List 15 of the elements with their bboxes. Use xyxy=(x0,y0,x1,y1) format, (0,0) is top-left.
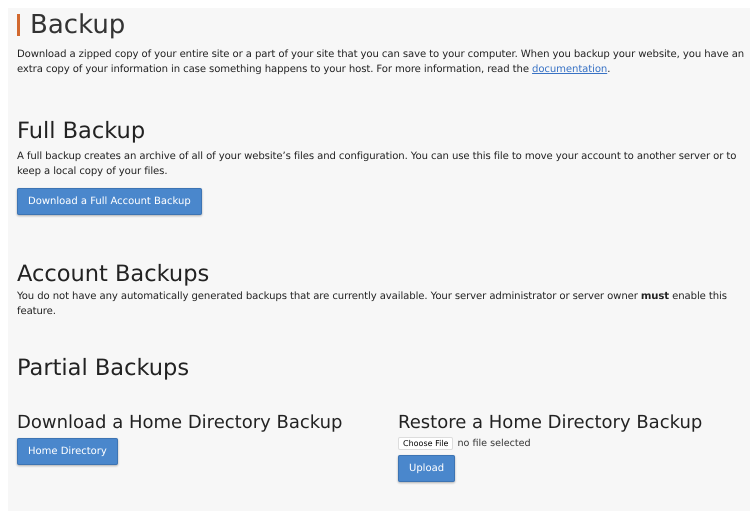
choose-file-button[interactable]: Choose File xyxy=(398,437,454,450)
description-text: A full backup creates an archive of all of your website’s files and configuration. You can use this file to move your account to another server or to keep a local copy of your files. xyxy=(17,150,738,179)
section-heading: Full Backup xyxy=(17,117,146,145)
documentation-link[interactable]: documentation xyxy=(532,64,608,75)
subsection-heading: Download a Home Directory Backup xyxy=(17,411,342,435)
file-status: no file selected xyxy=(457,438,531,449)
download-backup-button[interactable]: Download a Full Account Backup xyxy=(17,188,202,215)
section-heading: Partial Backups xyxy=(17,354,190,382)
upload-button[interactable]: Upload xyxy=(398,455,456,482)
page-title: Backup xyxy=(30,9,126,42)
description-text: You do not have any automatically generated backups that are currently available. Your server administrator or server owner must enable this feature. xyxy=(17,290,728,319)
home-directory-button[interactable]: Home Directory xyxy=(17,438,118,465)
section-heading: Account Backups xyxy=(17,260,210,288)
subsection-heading: Restore a Home Directory Backup xyxy=(398,411,702,435)
intro-text: Download a zipped copy of your entire site or a part of your site that you can save to your computer. When you backup your website, you have an extra copy of your information in case something happens to your host. For more information, read the documentation. xyxy=(17,48,746,77)
